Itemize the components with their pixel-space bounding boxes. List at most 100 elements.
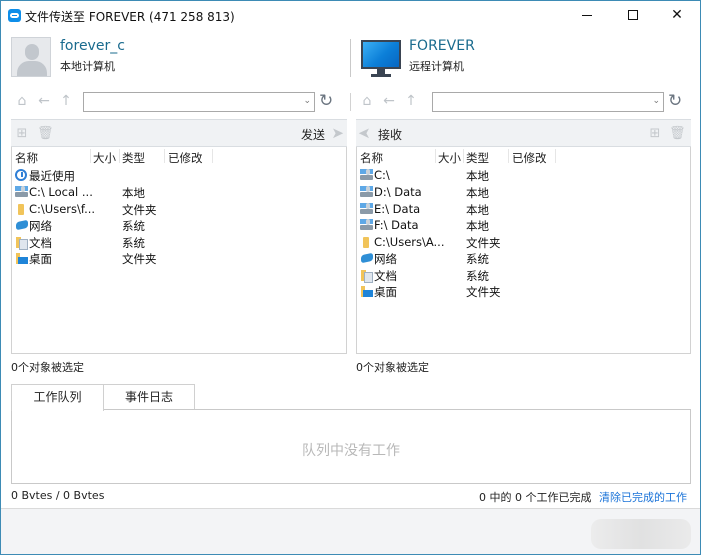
column-divider xyxy=(463,149,464,163)
list-item[interactable]: C:\Users\A... 文件夹 xyxy=(357,234,690,250)
list-item[interactable]: C:\Users\f... 文件夹 xyxy=(12,201,346,217)
item-name: C:\Users\A... xyxy=(374,235,445,249)
receive-arrow-icon[interactable]: ➤ xyxy=(358,124,371,142)
refresh-icon[interactable]: ↻ xyxy=(319,91,333,111)
item-type: 文件夹 xyxy=(122,252,157,266)
column-type[interactable]: 类型 xyxy=(466,150,489,166)
drive-icon xyxy=(15,186,28,198)
tab-job-queue[interactable]: 工作队列 xyxy=(11,384,104,411)
tab-event-log[interactable]: 事件日志 xyxy=(103,384,195,410)
column-modified[interactable]: 已修改 xyxy=(168,150,203,166)
remote-nav-bar: ⌂ ← ↑ ⌄ ↻ xyxy=(356,89,691,115)
item-name: 文档 xyxy=(29,236,52,250)
item-name: C:\Users\f... xyxy=(29,202,96,216)
recent-icon xyxy=(15,169,27,181)
maximize-button[interactable] xyxy=(610,1,656,30)
remote-path-combobox[interactable]: ⌄ xyxy=(432,92,664,112)
new-folder-icon[interactable]: ⊞ xyxy=(14,126,30,142)
folder-icon xyxy=(360,236,373,248)
column-size[interactable]: 大小 xyxy=(93,150,116,166)
nav-divider xyxy=(350,93,351,111)
item-type: 系统 xyxy=(466,252,489,266)
chevron-down-icon[interactable]: ⌄ xyxy=(303,96,311,106)
documents-icon xyxy=(360,269,373,283)
local-path-combobox[interactable]: ⌄ xyxy=(83,92,315,112)
back-arrow-icon[interactable]: ← xyxy=(381,93,397,109)
send-arrow-icon[interactable]: ➤ xyxy=(331,124,344,142)
back-arrow-icon[interactable]: ← xyxy=(36,93,52,109)
queue-empty-message: 队列中没有工作 xyxy=(302,443,400,459)
up-arrow-icon[interactable]: ↑ xyxy=(58,93,74,109)
item-name: 桌面 xyxy=(374,285,397,299)
list-item[interactable]: E:\ Data 本地 xyxy=(357,201,690,217)
column-divider xyxy=(119,149,120,163)
local-computer-label: 本地计算机 xyxy=(60,60,115,73)
send-button[interactable]: 发送 xyxy=(301,126,325,143)
home-icon[interactable]: ⌂ xyxy=(14,93,30,109)
item-name: 网络 xyxy=(374,252,397,266)
item-name: D:\ Data xyxy=(374,185,422,199)
receive-button[interactable]: 接收 xyxy=(378,126,402,143)
remote-action-bar: ➤ 接收 ⊞ 🗑 xyxy=(356,119,691,147)
up-arrow-icon[interactable]: ↑ xyxy=(403,93,419,109)
column-modified[interactable]: 已修改 xyxy=(512,150,547,166)
local-path-input[interactable] xyxy=(84,93,294,111)
remote-file-list[interactable]: 名称 大小 类型 已修改 C:\ 本地 D:\ Data 本地 E:\ Data… xyxy=(356,147,691,354)
peer-divider xyxy=(350,39,351,77)
remote-path-input[interactable] xyxy=(433,93,643,111)
list-item[interactable]: 文档 系统 xyxy=(12,234,346,250)
trash-icon[interactable]: 🗑 xyxy=(669,126,686,142)
column-divider xyxy=(90,149,91,163)
item-name: 最近使用 xyxy=(29,169,75,183)
list-item[interactable]: D:\ Data 本地 xyxy=(357,184,690,200)
desktop-icon xyxy=(15,252,28,264)
teamviewer-logo-icon xyxy=(8,9,21,22)
list-item[interactable]: C:\ 本地 xyxy=(357,167,690,183)
folder-icon xyxy=(15,203,28,215)
column-divider xyxy=(508,149,509,163)
monitor-icon xyxy=(361,40,401,80)
list-item[interactable]: 网络 系统 xyxy=(357,250,690,266)
list-item[interactable]: 文档 系统 xyxy=(357,267,690,283)
item-type: 文件夹 xyxy=(122,203,157,217)
list-item[interactable]: 桌面 文件夹 xyxy=(357,283,690,299)
job-queue-panel: 队列中没有工作 xyxy=(11,409,691,484)
item-type: 系统 xyxy=(122,219,145,233)
item-type: 本地 xyxy=(466,219,489,233)
local-action-bar: ⊞ 🗑 发送 ➤ xyxy=(11,119,347,147)
minimize-button[interactable] xyxy=(564,1,610,30)
column-name[interactable]: 名称 xyxy=(360,150,383,166)
column-divider xyxy=(435,149,436,163)
bytes-transferred: 0 Bvtes / 0 Bvtes xyxy=(11,489,105,502)
column-divider xyxy=(212,149,213,163)
clear-completed-jobs-link[interactable]: 清除已完成的工作 xyxy=(599,489,687,505)
item-name: F:\ Data xyxy=(374,218,419,232)
close-button[interactable]: ✕ xyxy=(654,1,700,30)
documents-icon xyxy=(15,236,28,250)
refresh-icon[interactable]: ↻ xyxy=(668,91,682,111)
list-item[interactable]: 桌面 文件夹 xyxy=(12,250,346,266)
list-item[interactable]: 最近使用 xyxy=(12,167,346,183)
item-type: 系统 xyxy=(122,236,145,250)
column-type[interactable]: 类型 xyxy=(122,150,145,166)
item-type: 本地 xyxy=(466,186,489,200)
redacted-area xyxy=(591,519,691,549)
column-divider xyxy=(555,149,556,163)
column-name[interactable]: 名称 xyxy=(15,150,38,166)
local-computer-name: forever_c xyxy=(60,38,125,54)
network-icon xyxy=(15,219,28,231)
item-type: 文件夹 xyxy=(466,236,501,250)
local-nav-bar: ⌂ ← ↑ ⌄ ↻ xyxy=(11,89,347,115)
item-name: C:\ Local ... xyxy=(29,185,93,199)
home-icon[interactable]: ⌂ xyxy=(359,93,375,109)
list-item[interactable]: C:\ Local ... 本地 xyxy=(12,184,346,200)
remote-selection-status: 0个对象被选定 xyxy=(356,361,429,374)
column-size[interactable]: 大小 xyxy=(438,150,461,166)
list-item[interactable]: 网络 系统 xyxy=(12,217,346,233)
trash-icon[interactable]: 🗑 xyxy=(37,126,54,142)
network-icon xyxy=(360,252,373,264)
chevron-down-icon[interactable]: ⌄ xyxy=(652,96,660,106)
list-item[interactable]: F:\ Data 本地 xyxy=(357,217,690,233)
local-file-list[interactable]: 名称 大小 类型 已修改 最近使用 C:\ Local ... 本地 C:\Us… xyxy=(11,147,347,354)
new-folder-icon[interactable]: ⊞ xyxy=(647,126,663,142)
